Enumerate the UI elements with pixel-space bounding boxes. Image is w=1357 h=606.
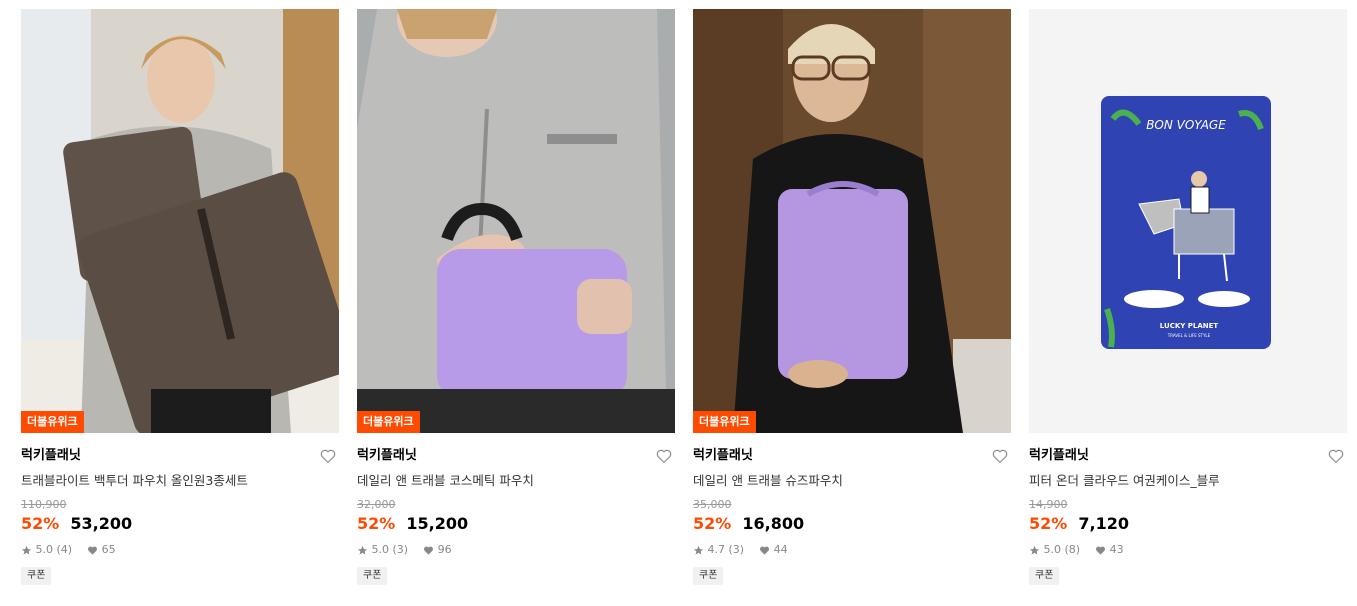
product-name[interactable]: 데일리 앤 트래블 슈즈파우치 [693,473,1011,489]
product-photo: BON VOYAGE LUCKY PLANET TRAVEL & LIFE ST… [1029,9,1347,433]
rating: 5.0 (3) [371,543,409,556]
product-card[interactable]: 더블유위크 럭키플래닛 데일리 앤 트래블 슈즈파우치 35,000 52% 1… [693,9,1011,585]
coupon-tag: 쿠폰 [1029,567,1060,585]
product-name[interactable]: 피터 온더 클라우드 여권케이스_블루 [1029,473,1347,489]
product-photo [693,9,1011,433]
heart-filled-icon [88,546,98,555]
like-count: 44 [773,543,788,556]
promo-badge: 더블유위크 [693,411,756,433]
product-card[interactable]: 더블유위크 럭키플래닛 데일리 앤 트래블 코스메틱 파우치 32,000 52… [357,9,675,585]
star-icon [357,545,368,555]
like-count: 96 [437,543,452,556]
heart-outline-icon[interactable] [655,447,673,465]
discount-rate: 52% [1029,514,1068,533]
like-count: 65 [101,543,116,556]
sale-price: 16,800 [742,514,805,533]
product-image[interactable]: 더블유위크 [357,9,675,433]
image-tagline: TRAVEL & LIFE STYLE [1167,333,1211,338]
heart-filled-icon [760,546,770,555]
sale-price: 53,200 [70,514,133,533]
heart-filled-icon [424,546,434,555]
brand-name[interactable]: 럭키플래닛 [357,447,675,465]
coupon-tag: 쿠폰 [693,567,724,585]
image-logo: LUCKY PLANET [1160,322,1219,330]
product-card[interactable]: 더블유위크 럭키플래닛 트래블라이트 백투더 파우치 올인원3종세트 110,9… [21,9,339,585]
brand-name[interactable]: 럭키플래닛 [693,447,1011,465]
star-icon [21,545,32,555]
star-icon [693,545,704,555]
star-icon [1029,545,1040,555]
product-image[interactable]: 더블유위크 [21,9,339,433]
product-name[interactable]: 데일리 앤 트래블 코스메틱 파우치 [357,473,675,489]
original-price: 110,900 [21,498,67,511]
coupon-tag: 쿠폰 [21,567,52,585]
brand-name[interactable]: 럭키플래닛 [21,447,339,465]
sale-price: 7,120 [1078,514,1129,533]
heart-outline-icon[interactable] [991,447,1009,465]
heart-outline-icon[interactable] [1327,447,1345,465]
product-photo [357,9,675,433]
product-image[interactable]: BON VOYAGE LUCKY PLANET TRAVEL & LIFE ST… [1029,9,1347,433]
heart-filled-icon [1096,546,1106,555]
brand-name[interactable]: 럭키플래닛 [1029,447,1347,465]
rating: 5.0 (4) [35,543,73,556]
rating: 5.0 (8) [1043,543,1081,556]
discount-rate: 52% [357,514,396,533]
original-price: 14,900 [1029,498,1068,511]
product-photo [21,9,339,433]
image-title: BON VOYAGE [1146,118,1226,132]
promo-badge: 더블유위크 [357,411,420,433]
product-image[interactable]: 더블유위크 [693,9,1011,433]
rating: 4.7 (3) [707,543,745,556]
discount-rate: 52% [21,514,60,533]
coupon-tag: 쿠폰 [357,567,388,585]
original-price: 35,000 [693,498,732,511]
product-card[interactable]: BON VOYAGE LUCKY PLANET TRAVEL & LIFE ST… [1029,9,1347,585]
heart-outline-icon[interactable] [319,447,337,465]
product-grid: 더블유위크 럭키플래닛 트래블라이트 백투더 파우치 올인원3종세트 110,9… [0,0,1357,606]
discount-rate: 52% [693,514,732,533]
sale-price: 15,200 [406,514,469,533]
original-price: 32,000 [357,498,396,511]
product-name[interactable]: 트래블라이트 백투더 파우치 올인원3종세트 [21,473,339,489]
promo-badge: 더블유위크 [21,411,84,433]
like-count: 43 [1109,543,1124,556]
